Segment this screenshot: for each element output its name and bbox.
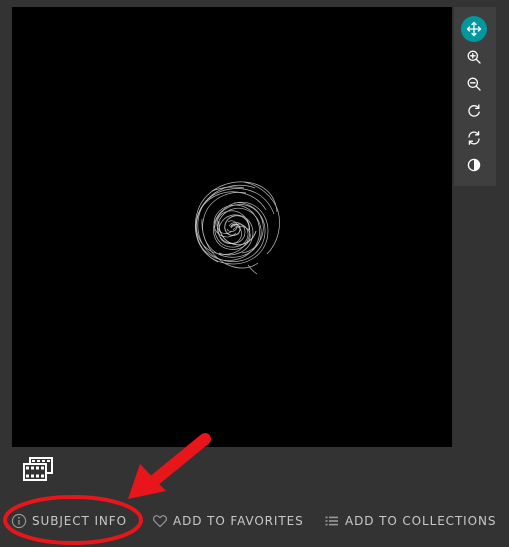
invert-colors-button[interactable] [461,152,487,178]
viewer-toolbar [454,7,496,186]
subject-actions-bar: SUBJECT INFO ADD TO FAVORITES ADD TO COL… [0,509,509,533]
galaxy-image [194,181,280,275]
list-icon [325,516,338,526]
zoom-out-button[interactable] [461,71,487,97]
subject-info-button[interactable]: SUBJECT INFO [11,509,127,533]
add-to-favorites-button[interactable]: ADD TO FAVORITES [152,509,304,533]
subject-info-label: SUBJECT INFO [32,514,127,528]
rotate-button[interactable] [461,98,487,124]
red-arrow-annotation [128,433,211,499]
reset-icon [468,131,480,145]
move-icon [466,21,482,37]
reset-button[interactable] [461,125,487,151]
frames-button[interactable] [22,456,54,482]
film-frames-icon [23,457,53,481]
move-tool-button[interactable] [461,16,487,42]
subject-image-viewer[interactable] [12,7,452,447]
rotate-icon [468,104,480,117]
invert-icon [467,158,481,172]
add-to-collections-label: ADD TO COLLECTIONS [345,514,497,528]
add-to-favorites-label: ADD TO FAVORITES [173,514,304,528]
add-to-collections-button[interactable]: ADD TO COLLECTIONS [324,509,496,533]
zoom-in-button[interactable] [461,44,487,70]
heart-icon [153,515,167,528]
zoom-out-icon [467,77,481,91]
info-icon [11,513,27,529]
zoom-in-icon [467,50,481,64]
